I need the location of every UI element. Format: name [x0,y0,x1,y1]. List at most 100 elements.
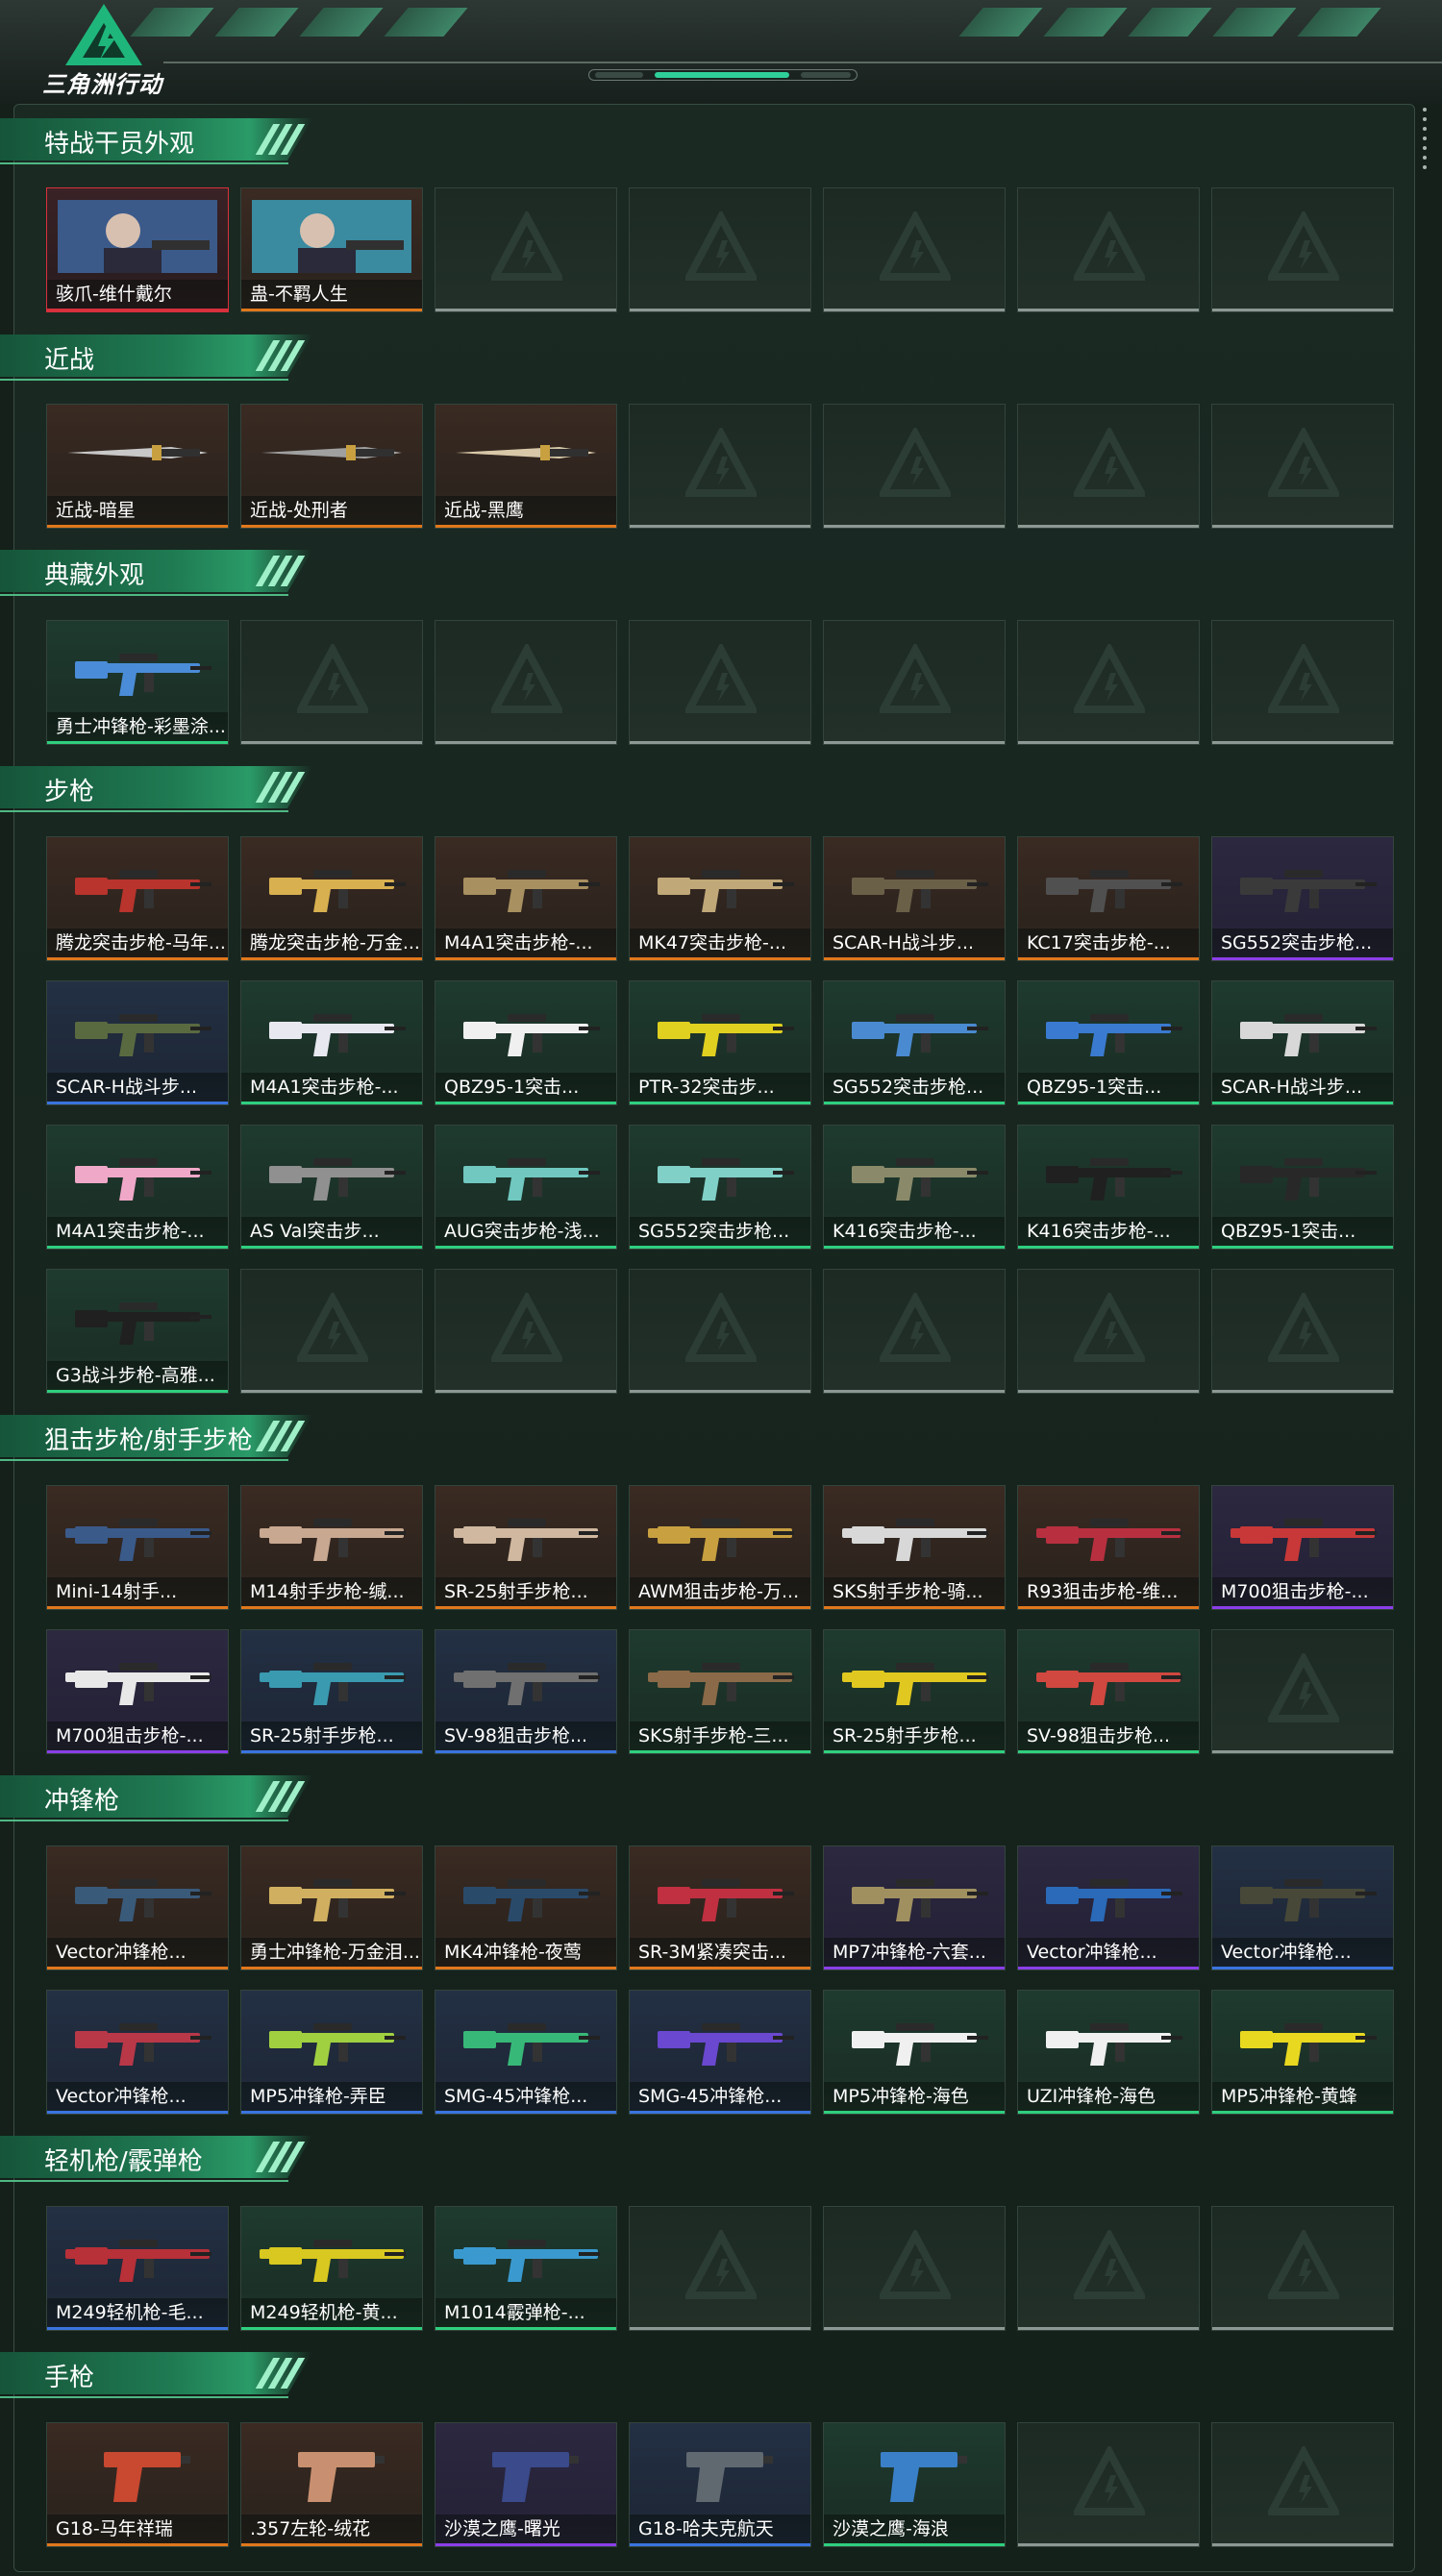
skin-name: SG552突击步枪... [824,1073,1005,1102]
skin-card[interactable]: UZI冲锋枪-海色 [1017,1990,1200,2115]
skin-card[interactable]: 沙漠之鹰-曙光 [435,2422,617,2547]
skin-card[interactable]: QBZ95-1突击... [1017,980,1200,1105]
skin-card[interactable]: G3战斗步枪-高雅... [46,1269,229,1394]
skin-card[interactable]: 骇爪-维什戴尔 [46,187,229,312]
skin-image [47,981,228,1077]
skin-card[interactable]: M700狙击步枪-... [1211,1485,1394,1610]
skin-card[interactable]: SMG-45冲锋枪... [629,1990,811,2115]
skin-name: 沙漠之鹰-曙光 [435,2514,616,2543]
skin-card[interactable]: SKS射手步枪-骑... [823,1485,1006,1610]
skin-card[interactable]: AS Val突击步... [240,1125,423,1250]
sniper-icon [648,1663,794,1705]
placeholder-logo-icon [1268,2230,1339,2299]
skin-card[interactable]: M249轻机枪-黄... [240,2206,423,2331]
skin-card[interactable]: QBZ95-1突击... [1211,1125,1394,1250]
scrollbar-indicator[interactable] [1423,108,1429,175]
skin-card[interactable]: 勇士冲锋枪-万金泪... [240,1845,423,1970]
skin-card[interactable]: G18-哈夫克航天 [629,2422,811,2547]
skin-card[interactable]: 近战-黑鹰 [435,404,617,529]
skin-card[interactable]: SV-98狙击步枪... [1017,1629,1200,1754]
skin-card[interactable]: M14射手步枪-缄... [240,1485,423,1610]
skin-card[interactable]: K416突击步枪-... [1017,1125,1200,1250]
skin-card[interactable]: MP5冲锋枪-黄蜂 [1211,1990,1394,2115]
skin-row: 勇士冲锋枪-彩墨涂... [46,620,1394,745]
placeholder-logo-icon [1074,644,1145,713]
skin-card[interactable]: SG552突击步枪... [629,1125,811,1250]
skin-card[interactable]: KC17突击步枪-... [1017,836,1200,961]
skin-card[interactable]: 近战-处刑者 [240,404,423,529]
skin-card[interactable]: 近战-暗星 [46,404,229,529]
skin-card[interactable]: AUG突击步枪-浅... [435,1125,617,1250]
skin-card[interactable]: SR-25射手步枪... [240,1629,423,1754]
skin-card[interactable]: Mini-14射手... [46,1485,229,1610]
skin-card[interactable]: M249轻机枪-毛... [46,2206,229,2331]
placeholder-logo-icon [685,428,757,497]
skin-card[interactable]: Vector冲锋枪... [46,1845,229,1970]
skin-card[interactable]: SR-3M紧凑突击... [629,1845,811,1970]
skin-card[interactable]: SCAR-H战斗步... [46,980,229,1105]
rarity-bar [630,2543,810,2546]
skin-card[interactable]: MK47突击步枪-... [629,836,811,961]
skin-card[interactable]: M4A1突击步枪-... [435,836,617,961]
skin-card[interactable]: 蛊-不羁人生 [240,187,423,312]
category-underline [0,1459,288,1461]
rarity-bar [1212,1967,1393,1969]
rarity-bar [630,2111,810,2114]
empty-slot [823,404,1006,529]
skin-card[interactable]: 沙漠之鹰-海浪 [823,2422,1006,2547]
skin-image [1018,1126,1199,1222]
header-divider [163,62,1442,63]
skin-card[interactable]: SV-98狙击步枪... [435,1629,617,1754]
skin-name: R93狙击步枪-维... [1018,1577,1199,1606]
rarity-bar [435,1967,616,1969]
skin-card[interactable]: SCAR-H战斗步... [1211,980,1394,1105]
skin-card[interactable]: M4A1突击步枪-... [240,980,423,1105]
skin-card[interactable]: .357左轮-绒花 [240,2422,423,2547]
skin-image [824,981,1005,1077]
skin-card[interactable]: SKS射手步枪-三... [629,1629,811,1754]
skin-card[interactable]: SR-25射手步枪... [823,1629,1006,1754]
skin-card[interactable]: MP7冲锋枪-六套... [823,1845,1006,1970]
skin-card[interactable]: 腾龙突击步枪-马年... [46,836,229,961]
skin-card[interactable]: 勇士冲锋枪-彩墨涂... [46,620,229,745]
skin-image [435,981,616,1077]
header-stripe [1212,8,1297,37]
skin-card[interactable]: G18-马年祥瑞 [46,2422,229,2547]
skin-card[interactable]: R93狙击步枪-维... [1017,1485,1200,1610]
skin-name: M249轻机枪-毛... [47,2298,228,2327]
skin-card[interactable]: QBZ95-1突击... [435,980,617,1105]
skin-card[interactable]: Vector冲锋枪... [1017,1845,1200,1970]
skin-card[interactable]: AWM狙击步枪-万... [629,1485,811,1610]
skin-card[interactable]: SCAR-H战斗步... [823,836,1006,961]
smg-icon [463,1879,600,1921]
skin-card[interactable]: PTR-32突击步... [629,980,811,1105]
skin-name: 腾龙突击步枪-万金... [241,929,422,957]
skin-card[interactable]: MK4冲锋枪-夜莺 [435,1845,617,1970]
skin-card[interactable]: SR-25射手步枪... [435,1485,617,1610]
skin-card[interactable]: SG552突击步枪... [823,980,1006,1105]
placeholder-logo-icon [1268,2446,1339,2515]
rifle-icon [1046,1014,1182,1056]
placeholder-logo-icon [297,1293,368,1362]
empty-slot [1211,1629,1394,1754]
empty-slot [823,187,1006,312]
skin-image [241,981,422,1077]
skin-card[interactable]: K416突击步枪-... [823,1125,1006,1250]
skin-image [1018,1991,1199,2087]
skin-image [824,1486,1005,1582]
skin-card[interactable]: Vector冲锋枪... [1211,1845,1394,1970]
skin-card[interactable]: Vector冲锋枪... [46,1990,229,2115]
skin-card[interactable]: 腾龙突击步枪-万金... [240,836,423,961]
skin-card[interactable]: M4A1突击步枪-... [46,1125,229,1250]
skin-card[interactable]: MP5冲锋枪-海色 [823,1990,1006,2115]
skin-row: Vector冲锋枪... 勇士冲锋枪-万金泪... MK4冲锋枪-夜莺 SR-3M紧凑… [46,1845,1394,1970]
sniper-icon [842,1519,988,1561]
skin-card[interactable]: SG552突击步枪... [1211,836,1394,961]
skin-card[interactable]: SMG-45冲锋枪... [435,1990,617,2115]
rarity-bar [1018,1606,1199,1609]
skin-card[interactable]: M700狙击步枪-... [46,1629,229,1754]
skin-card[interactable]: MP5冲锋枪-弄臣 [240,1990,423,2115]
skin-card[interactable]: M1014霰弹枪-... [435,2206,617,2331]
skin-image [241,2423,422,2519]
sniper-icon [260,1519,406,1561]
